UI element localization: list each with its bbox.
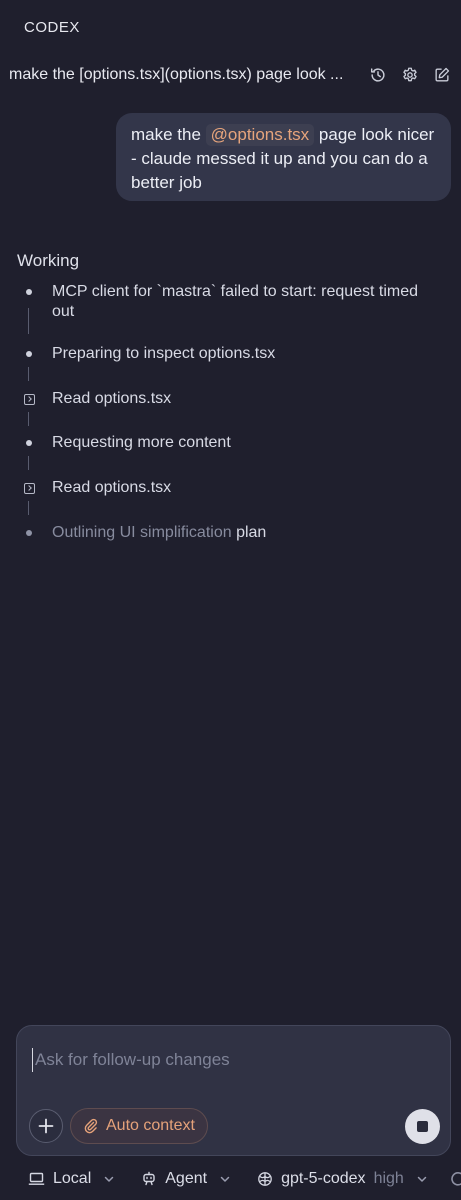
auto-context-button[interactable]: Auto context [70,1108,208,1144]
composer: Auto context [16,1025,451,1156]
file-mention[interactable]: @options.tsx [205,124,315,146]
environment-selector[interactable]: Local [28,1170,115,1188]
laptop-icon [28,1172,45,1185]
reasoning-label: high [373,1170,404,1187]
terminal-icon [20,479,38,497]
history-icon[interactable] [369,66,387,84]
follow-up-input[interactable] [32,1048,432,1072]
timeline-connector [28,456,29,470]
stop-icon [417,1121,428,1132]
step-text: Preparing to inspect options.tsx [52,345,276,362]
step-text-shimmer: Outlining UI simplification [52,524,232,541]
brain-icon [258,1172,272,1186]
step-text-rest: plan [231,524,267,541]
chevron-down-icon [220,1176,230,1182]
chevron-down-icon [105,1176,114,1182]
app-title: CODEX [24,19,80,36]
status-bar: Local Agent gpt-5-codex high [28,1167,461,1191]
step-text: Read options.tsx [52,390,172,407]
header-actions [369,66,451,84]
gear-icon[interactable] [401,66,419,84]
edit-icon[interactable] [433,66,451,84]
plus-icon [38,1118,54,1134]
loading-indicator [450,1171,461,1187]
step-dot-icon [20,345,38,363]
mode-selector[interactable]: Agent [141,1170,231,1188]
codex-panel: CODEX make the [options.tsx](options.tsx… [0,0,461,1200]
spinner-icon [451,1172,461,1186]
user-message-bubble: make the @options.tsx page look nicer - … [116,113,451,201]
model-label: gpt-5-codex [281,1170,366,1187]
step-dot-icon [20,434,38,452]
timeline-connector [28,308,29,334]
step-text: Requesting more content [52,434,231,451]
paperclip-icon [84,1118,98,1134]
user-message-text: make the [131,125,206,144]
timeline-connector [28,412,29,426]
timeline-connector [28,367,29,381]
auto-context-label: Auto context [106,1117,195,1134]
thread-title[interactable]: make the [options.tsx](options.tsx) page… [9,66,355,84]
add-attachment-button[interactable] [29,1109,63,1143]
step-dot-icon [20,283,38,301]
chevron-down-icon [417,1176,427,1182]
robot-icon [143,1171,155,1186]
terminal-icon [20,390,38,408]
working-status: Working [17,251,80,270]
environment-label: Local [53,1170,92,1187]
step-dot-icon [20,524,38,542]
mode-label: Agent [165,1170,208,1187]
timeline-connector [28,501,29,515]
thread-header: make the [options.tsx](options.tsx) page… [9,62,451,88]
step-text: Outlining UI simplification plan [52,523,266,543]
stop-button[interactable] [405,1109,440,1144]
step-text: Read options.tsx [52,479,172,496]
step-text: MCP client for `mastra` failed to start:… [52,283,419,320]
model-selector[interactable]: gpt-5-codex high [257,1170,428,1188]
